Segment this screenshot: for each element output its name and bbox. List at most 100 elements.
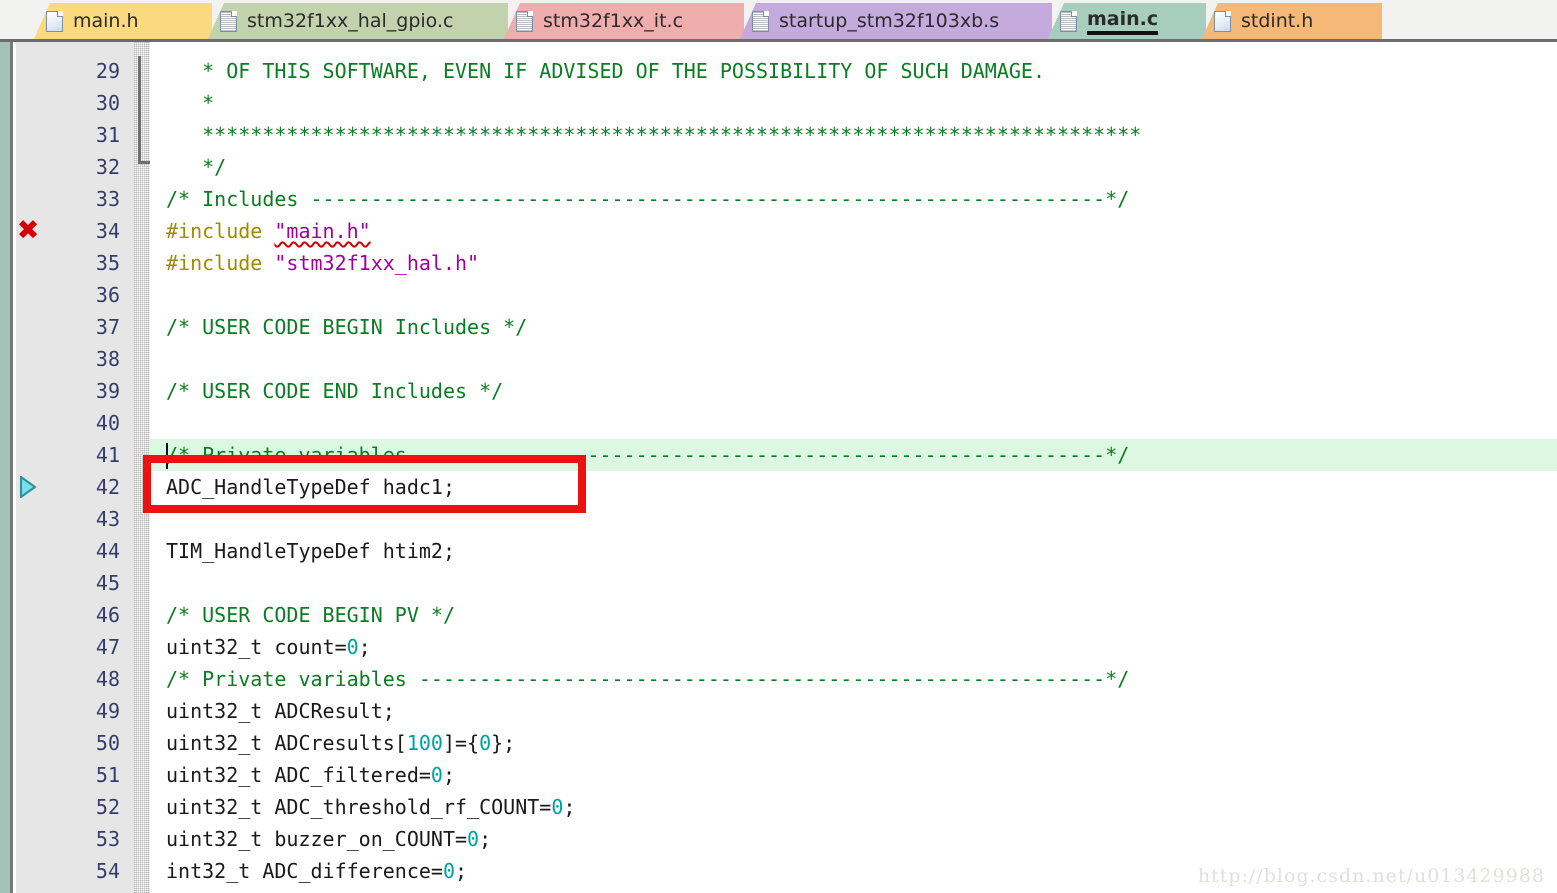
tab-startup-stm32f103xb-s[interactable]: startup_stm32f103xb.s: [740, 3, 1052, 39]
code-line[interactable]: [150, 503, 1557, 535]
code-line[interactable]: ADC_HandleTypeDef hadc1;: [150, 471, 1557, 503]
code-line[interactable]: /* USER CODE BEGIN Includes */: [150, 311, 1557, 343]
code-line[interactable]: /* Private variables -------------------…: [150, 439, 1557, 471]
code-line[interactable]: [150, 567, 1557, 599]
code-token: 100: [406, 731, 443, 755]
tab-stdint-h[interactable]: stdint.h: [1202, 3, 1382, 39]
bookmark-arrow-icon[interactable]: [14, 471, 42, 503]
code-line[interactable]: #include "main.h": [150, 215, 1557, 247]
gutter-row[interactable]: 54: [16, 855, 134, 887]
code-line[interactable]: /* USER CODE BEGIN PV */: [150, 599, 1557, 631]
line-number: 47: [95, 635, 120, 659]
code-token: #include: [166, 251, 275, 275]
code-line-text: #include "stm32f1xx_hal.h": [166, 247, 479, 279]
code-line-text: ADC_HandleTypeDef hadc1;: [166, 471, 455, 503]
gutter-row[interactable]: 40: [16, 407, 134, 439]
code-token: 0: [551, 795, 564, 819]
tab-main-c[interactable]: main.c: [1048, 3, 1206, 39]
gutter-row[interactable]: 48: [16, 663, 134, 695]
gutter-row[interactable]: 37: [16, 311, 134, 343]
code-token: "main.h": [274, 219, 371, 243]
code-token: 0: [430, 763, 443, 787]
code-token: * OF THIS SOFTWARE, EVEN IF ADVISED OF T…: [166, 59, 1045, 83]
watermark-text: http://blog.csdn.net/u013429988: [1197, 865, 1545, 887]
error-marker-icon[interactable]: ✖: [14, 215, 42, 247]
code-token: /* USER CODE BEGIN PV */: [166, 603, 455, 627]
tab-label: stm32f1xx_hal_gpio.c: [247, 10, 454, 32]
code-token: /* Private variables -------------------…: [166, 667, 1130, 691]
gutter-hatch-strip: [134, 42, 150, 893]
gutter-row[interactable]: 39: [16, 375, 134, 407]
code-line[interactable]: * OF THIS SOFTWARE, EVEN IF ADVISED OF T…: [150, 55, 1557, 87]
file-icon: [516, 10, 533, 32]
tab-stm32f1xx-hal-gpio-c[interactable]: stm32f1xx_hal_gpio.c: [208, 3, 508, 39]
editor-gutter[interactable]: 29 30 31 32 33 ✖ 34 35 36 37 38 39 40 41 42 43 44 45 46 47 4…: [16, 42, 134, 893]
code-line[interactable]: ****************************************…: [150, 119, 1557, 151]
code-line[interactable]: #include "stm32f1xx_hal.h": [150, 247, 1557, 279]
code-line-text: /* USER CODE BEGIN PV */: [166, 599, 455, 631]
gutter-row[interactable]: 45: [16, 567, 134, 599]
gutter-row[interactable]: 36: [16, 279, 134, 311]
gutter-row[interactable]: 33: [16, 183, 134, 215]
gutter-row[interactable]: 43: [16, 503, 134, 535]
code-line[interactable]: /* Includes ----------------------------…: [150, 183, 1557, 215]
code-line-text: uint32_t ADC_threshold_rf_COUNT=0;: [166, 791, 575, 823]
tab-stm32f1xx-it-c[interactable]: stm32f1xx_it.c: [504, 3, 744, 39]
code-line[interactable]: uint32_t ADC_filtered=0;: [150, 759, 1557, 791]
code-line[interactable]: /* Private variables -------------------…: [150, 663, 1557, 695]
code-text-area[interactable]: * OF THIS SOFTWARE, EVEN IF ADVISED OF T…: [150, 42, 1557, 893]
line-number: 53: [95, 827, 120, 851]
code-line-text: uint32_t ADCresults[100]={0};: [166, 727, 515, 759]
code-token: 0: [442, 859, 455, 883]
code-line[interactable]: uint32_t count=0;: [150, 631, 1557, 663]
gutter-row[interactable]: ✖ 34: [16, 215, 134, 247]
code-token: TIM_HandleTypeDef htim2;: [166, 539, 455, 563]
code-line[interactable]: uint32_t ADCResult;: [150, 695, 1557, 727]
code-line[interactable]: *: [150, 87, 1557, 119]
gutter-row[interactable]: 42: [16, 471, 134, 503]
code-line[interactable]: /* USER CODE END Includes */: [150, 375, 1557, 407]
gutter-row[interactable]: 30: [16, 87, 134, 119]
gutter-row[interactable]: 29: [16, 55, 134, 87]
gutter-row[interactable]: 49: [16, 695, 134, 727]
code-token: uint32_t ADCResult;: [166, 699, 395, 723]
line-number: 43: [95, 507, 120, 531]
gutter-row[interactable]: 53: [16, 823, 134, 855]
tab-main-h[interactable]: main.h: [34, 3, 212, 39]
code-token: /* Includes ----------------------------…: [166, 187, 1130, 211]
file-icon: [46, 10, 63, 32]
tab-label: stdint.h: [1241, 10, 1314, 32]
gutter-row[interactable]: 32: [16, 151, 134, 183]
code-line[interactable]: TIM_HandleTypeDef htim2;: [150, 535, 1557, 567]
gutter-row[interactable]: 50: [16, 727, 134, 759]
gutter-row[interactable]: 51: [16, 759, 134, 791]
gutter-row[interactable]: 38: [16, 343, 134, 375]
code-line[interactable]: [150, 343, 1557, 375]
code-line-text: uint32_t ADC_filtered=0;: [166, 759, 455, 791]
code-line[interactable]: [150, 279, 1557, 311]
code-token: 0: [467, 827, 480, 851]
code-line[interactable]: */: [150, 151, 1557, 183]
tab-label: main.c: [1087, 8, 1159, 35]
text-caret: [166, 443, 168, 469]
code-token: *: [166, 91, 215, 115]
code-token: };: [491, 731, 516, 755]
tab-label: startup_stm32f103xb.s: [779, 10, 1000, 32]
gutter-row[interactable]: 31: [16, 119, 134, 151]
code-line[interactable]: uint32_t ADC_threshold_rf_COUNT=0;: [150, 791, 1557, 823]
gutter-row[interactable]: 47: [16, 631, 134, 663]
gutter-row[interactable]: 46: [16, 599, 134, 631]
code-line[interactable]: uint32_t buzzer_on_COUNT=0;: [150, 823, 1557, 855]
gutter-row[interactable]: 52: [16, 791, 134, 823]
line-number: 34: [95, 219, 120, 243]
code-line[interactable]: uint32_t ADCresults[100]={0};: [150, 727, 1557, 759]
line-number: 44: [95, 539, 120, 563]
code-line[interactable]: [150, 407, 1557, 439]
gutter-row[interactable]: 35: [16, 247, 134, 279]
line-number: 35: [95, 251, 120, 275]
code-line-text: /* USER CODE END Includes */: [166, 375, 503, 407]
gutter-row[interactable]: 44: [16, 535, 134, 567]
code-token: int32_t ADC_difference=: [166, 859, 443, 883]
code-token: ADC_HandleTypeDef hadc1;: [166, 475, 455, 499]
gutter-row[interactable]: 41: [16, 439, 134, 471]
